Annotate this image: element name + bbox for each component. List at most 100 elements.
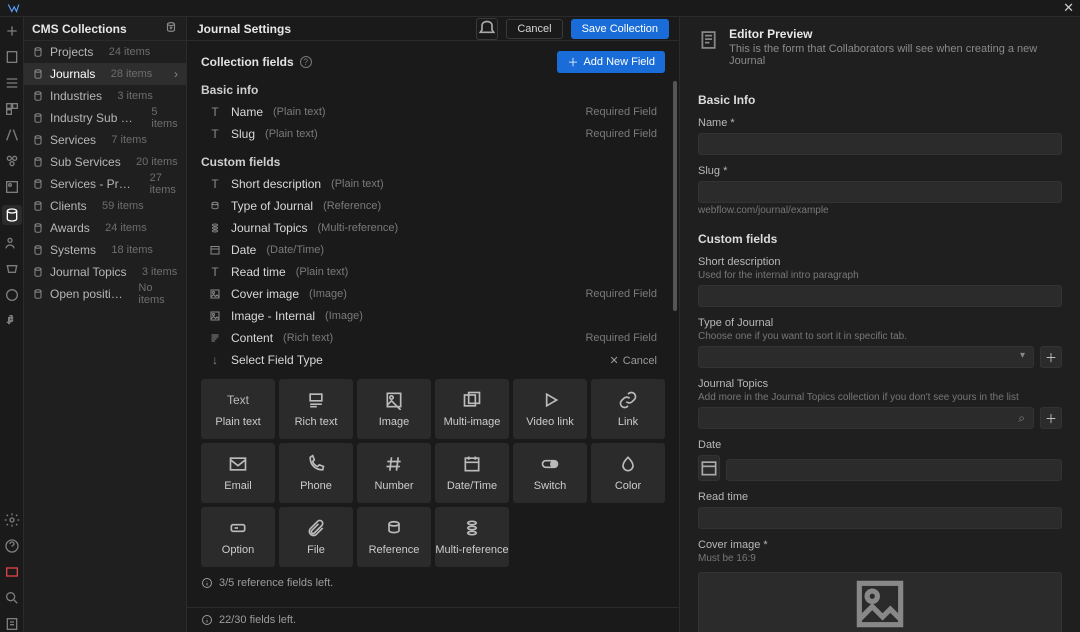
field-journal-topics[interactable]: Journal Topics(Multi-reference) bbox=[201, 217, 665, 239]
topics-hint: Add more in the Journal Topics collectio… bbox=[698, 392, 1062, 403]
collection-item-systems[interactable]: Systems 18 items bbox=[24, 239, 186, 261]
field-name[interactable]: TName(Plain text)Required Field bbox=[201, 101, 665, 123]
image-icon bbox=[209, 310, 221, 322]
type-switch[interactable]: Switch bbox=[513, 443, 587, 503]
short-desc-hint: Used for the internal intro paragraph bbox=[698, 270, 1062, 281]
date-input[interactable] bbox=[726, 459, 1062, 481]
short-desc-input[interactable] bbox=[698, 285, 1062, 307]
arrow-down-icon: ↓ bbox=[209, 354, 221, 366]
field-date[interactable]: Date(Date/Time) bbox=[201, 239, 665, 261]
collection-item-clients[interactable]: Clients 59 items bbox=[24, 195, 186, 217]
settings-icon[interactable] bbox=[4, 512, 20, 528]
help-icon[interactable] bbox=[4, 538, 20, 554]
type-file[interactable]: File bbox=[279, 507, 353, 567]
search-icon[interactable] bbox=[4, 590, 20, 606]
text-icon: T bbox=[209, 266, 221, 278]
field-type-journal[interactable]: Type of Journal(Reference) bbox=[201, 195, 665, 217]
collection-item-open-positions[interactable]: Open positions No items bbox=[24, 283, 186, 305]
slug-input[interactable] bbox=[698, 181, 1062, 203]
users-icon[interactable] bbox=[4, 235, 20, 251]
left-icon-rail: F bbox=[0, 17, 24, 632]
pages-icon[interactable] bbox=[4, 49, 20, 65]
field-content[interactable]: Content(Rich text)Required Field bbox=[201, 327, 665, 349]
close-icon: ✕ bbox=[610, 355, 619, 367]
add-icon[interactable] bbox=[4, 23, 20, 39]
collection-item-journals[interactable]: Journals 28 items› bbox=[24, 63, 186, 85]
cms-icon[interactable] bbox=[2, 205, 22, 225]
calendar-button[interactable] bbox=[698, 455, 720, 481]
type-color[interactable]: Color bbox=[591, 443, 665, 503]
slug-label: Slug * bbox=[698, 165, 1062, 177]
readtime-input[interactable] bbox=[698, 507, 1062, 529]
topics-search-input[interactable] bbox=[698, 407, 1034, 429]
switch-icon bbox=[540, 454, 560, 474]
ecommerce-icon[interactable] bbox=[4, 261, 20, 277]
type-select[interactable] bbox=[698, 346, 1034, 368]
name-input[interactable] bbox=[698, 133, 1062, 155]
type-datetime[interactable]: Date/Time bbox=[435, 443, 509, 503]
topics-add-button[interactable]: ＋ bbox=[1040, 407, 1062, 429]
text-icon: Text bbox=[228, 390, 248, 410]
add-new-field-button[interactable]: ＋Add New Field bbox=[557, 51, 665, 73]
slug-hint: webflow.com/journal/example bbox=[698, 205, 1062, 216]
type-link[interactable]: Link bbox=[591, 379, 665, 439]
file-icon bbox=[306, 518, 326, 538]
type-reference[interactable]: Reference bbox=[357, 507, 431, 567]
components-icon[interactable] bbox=[4, 101, 20, 117]
collection-item-awards[interactable]: Awards 24 items bbox=[24, 217, 186, 239]
collection-item-services[interactable]: Services 7 items bbox=[24, 129, 186, 151]
navigator-icon[interactable] bbox=[4, 75, 20, 91]
notifications-icon[interactable] bbox=[476, 18, 498, 40]
type-email[interactable]: Email bbox=[201, 443, 275, 503]
collection-item-sub-services[interactable]: Sub Services 20 items bbox=[24, 151, 186, 173]
scrollbar[interactable] bbox=[673, 41, 677, 607]
reference-icon bbox=[384, 518, 404, 538]
collection-item-services-process[interactable]: Services - Process of... 27 items bbox=[24, 173, 186, 195]
type-video-link[interactable]: Video link bbox=[513, 379, 587, 439]
type-multi-image[interactable]: Multi-image bbox=[435, 379, 509, 439]
assets-icon[interactable] bbox=[4, 179, 20, 195]
preview-basic-heading: Basic Info bbox=[698, 93, 1062, 107]
collection-item-projects[interactable]: Projects 24 items bbox=[24, 41, 186, 63]
form-icon bbox=[698, 29, 719, 51]
collection-item-industry-sub[interactable]: Industry Sub services 5 items bbox=[24, 107, 186, 129]
field-slug[interactable]: TSlug(Plain text)Required Field bbox=[201, 123, 665, 145]
audit-icon[interactable] bbox=[4, 616, 20, 632]
save-collection-button[interactable]: Save Collection bbox=[571, 19, 669, 39]
email-icon bbox=[228, 454, 248, 474]
calendar-icon bbox=[209, 244, 221, 256]
select-cancel-button[interactable]: ✕Cancel bbox=[610, 354, 657, 367]
field-read-time[interactable]: TRead time(Plain text) bbox=[201, 261, 665, 283]
styles-icon[interactable] bbox=[4, 153, 20, 169]
type-add-button[interactable]: ＋ bbox=[1040, 346, 1062, 368]
richtext-icon bbox=[209, 332, 221, 344]
type-multi-reference[interactable]: Multi-reference bbox=[435, 507, 509, 567]
cancel-button[interactable]: Cancel bbox=[506, 19, 562, 39]
type-number[interactable]: Number bbox=[357, 443, 431, 503]
color-icon bbox=[618, 454, 638, 474]
type-plain-text[interactable]: TextPlain text bbox=[201, 379, 275, 439]
cover-image-drop[interactable] bbox=[698, 572, 1062, 632]
editor-preview-panel: Editor Preview This is the form that Col… bbox=[680, 17, 1080, 632]
logic-icon[interactable] bbox=[4, 287, 20, 303]
type-phone[interactable]: Phone bbox=[279, 443, 353, 503]
collection-item-journal-topics[interactable]: Journal Topics 3 items bbox=[24, 261, 186, 283]
variables-icon[interactable] bbox=[4, 127, 20, 143]
new-collection-icon[interactable] bbox=[164, 20, 178, 37]
type-rich-text[interactable]: Rich text bbox=[279, 379, 353, 439]
collection-item-industries[interactable]: Industries 3 items bbox=[24, 85, 186, 107]
apps-icon[interactable]: F bbox=[4, 313, 20, 329]
field-image-internal[interactable]: Image - Internal(Image) bbox=[201, 305, 665, 327]
short-desc-label: Short description bbox=[698, 256, 1062, 268]
webflow-logo bbox=[6, 1, 20, 15]
window-close-icon[interactable]: ✕ bbox=[1063, 0, 1074, 16]
phone-icon bbox=[306, 454, 326, 474]
video-icon[interactable] bbox=[4, 564, 20, 580]
field-cover-image[interactable]: Cover image(Image)Required Field bbox=[201, 283, 665, 305]
help-icon[interactable]: ? bbox=[300, 56, 312, 68]
info-icon bbox=[201, 614, 213, 626]
field-short-description[interactable]: TShort description(Plain text) bbox=[201, 173, 665, 195]
type-option[interactable]: Option bbox=[201, 507, 275, 567]
type-image[interactable]: Image bbox=[357, 379, 431, 439]
collections-sidebar: CMS Collections Projects 24 items Journa… bbox=[24, 17, 187, 632]
